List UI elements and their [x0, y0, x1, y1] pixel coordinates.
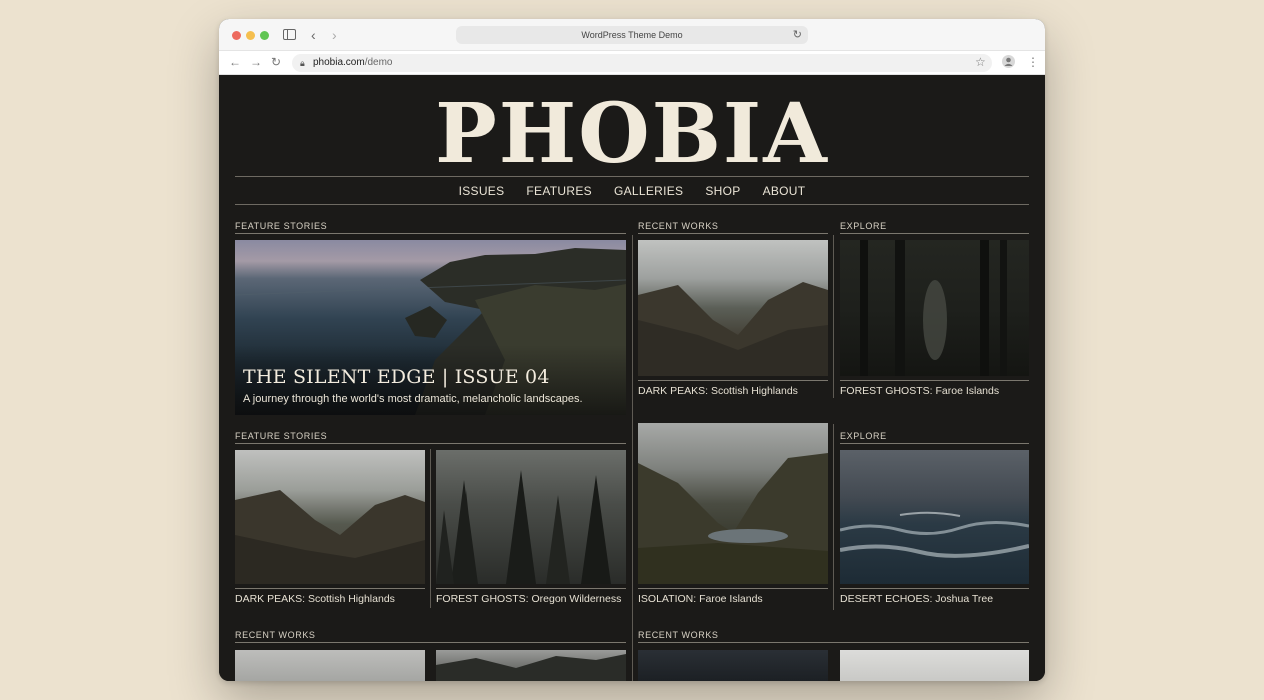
header-bottom-rule	[235, 204, 1029, 205]
card-image[interactable]	[235, 650, 425, 681]
section-label-explore: EXPLORE	[840, 220, 1029, 234]
url-host: phobia.com	[313, 57, 365, 68]
toolbar: ← → ↻ 🔒︎ phobia.com/demo ☆ ⋮	[219, 51, 1045, 75]
hero-subtitle: A journey through the world's most drama…	[243, 393, 583, 405]
card-caption[interactable]: DARK PEAKS: Scottish Highlands	[235, 588, 425, 606]
close-window-button[interactable]	[232, 31, 241, 40]
card-caption[interactable]: DESERT ECHOES: Joshua Tree	[840, 588, 1029, 606]
back-icon[interactable]: ‹	[311, 27, 316, 43]
card-image[interactable]	[436, 450, 626, 584]
card-image[interactable]	[840, 650, 1029, 681]
card-image[interactable]	[436, 650, 626, 681]
pine-trees-graphic	[436, 470, 611, 584]
section-label-explore: EXPLORE	[840, 430, 1029, 444]
refresh-icon[interactable]: ↻	[271, 55, 281, 69]
column-divider-1	[632, 235, 633, 681]
hero-title[interactable]: THE SILENT EDGE | ISSUE 04	[243, 366, 550, 388]
section-label-recent-works: RECENT WORKS	[638, 629, 1029, 643]
forward-icon[interactable]: ›	[332, 27, 337, 43]
column-divider-2	[833, 235, 834, 398]
card-image[interactable]	[638, 423, 828, 584]
header-top-rule	[235, 176, 1029, 177]
browser-window: ‹ › WordPress Theme Demo ↻ ← → ↻ 🔒︎ phob…	[219, 19, 1045, 681]
card-caption[interactable]: FOREST GHOSTS: Faroe Islands	[840, 380, 1029, 398]
site-logo[interactable]: PHOBIA	[219, 93, 1045, 175]
section-label-feature-stories: FEATURE STORIES	[235, 430, 626, 444]
card-image[interactable]	[840, 450, 1029, 584]
card-image[interactable]	[638, 240, 828, 376]
column-divider-4	[833, 424, 834, 610]
card-caption[interactable]: ISOLATION: Faroe Islands	[638, 588, 828, 606]
lake-valley-graphic	[638, 453, 828, 584]
nav-issues[interactable]: ISSUES	[459, 178, 505, 204]
maximize-window-button[interactable]	[260, 31, 269, 40]
sidebar-toggle-icon[interactable]	[283, 27, 296, 43]
reload-icon[interactable]: ↻	[793, 26, 802, 44]
column-divider-3	[430, 449, 431, 608]
forest-graphic	[860, 240, 1007, 376]
tab-title: WordPress Theme Demo	[581, 30, 683, 40]
card-caption[interactable]: FOREST GHOSTS: Oregon Wilderness	[436, 588, 626, 606]
bookmark-star-icon[interactable]: ☆	[975, 55, 986, 69]
site-page: PHOBIA ISSUES FEATURES GALLERIES SHOP AB…	[219, 75, 1045, 681]
url-path: /demo	[364, 57, 393, 68]
main-nav: ISSUES FEATURES GALLERIES SHOP ABOUT	[235, 178, 1029, 204]
menu-kebab-icon[interactable]: ⋮	[1027, 55, 1039, 69]
mountain-valley-graphic	[638, 282, 828, 376]
lock-icon: 🔒︎	[300, 58, 305, 68]
card-image[interactable]	[840, 240, 1029, 376]
card-image[interactable]	[638, 650, 828, 681]
nav-shop[interactable]: SHOP	[705, 178, 740, 204]
mountain-valley-graphic	[235, 490, 425, 584]
hero-image[interactable]: THE SILENT EDGE | ISSUE 04 A journey thr…	[235, 240, 626, 415]
hills-graphic	[436, 654, 626, 681]
stormy-sea-graphic	[840, 511, 1029, 558]
section-label-recent-works: RECENT WORKS	[235, 629, 626, 643]
minimize-window-button[interactable]	[246, 31, 255, 40]
nav-galleries[interactable]: GALLERIES	[614, 178, 683, 204]
forward-arrow-icon[interactable]: →	[250, 55, 262, 69]
nav-about[interactable]: ABOUT	[763, 178, 806, 204]
card-caption[interactable]: DARK PEAKS: Scottish Highlands	[638, 380, 828, 398]
section-label-feature-stories: FEATURE STORIES	[235, 220, 626, 234]
nav-features[interactable]: FEATURES	[526, 178, 592, 204]
card-image[interactable]	[235, 450, 425, 584]
section-label-recent-works: RECENT WORKS	[638, 220, 828, 234]
title-bar: ‹ › WordPress Theme Demo ↻	[219, 19, 1045, 51]
address-tab[interactable]: WordPress Theme Demo ↻	[456, 26, 808, 44]
profile-avatar-icon[interactable]	[1002, 55, 1015, 71]
back-arrow-icon[interactable]: ←	[229, 55, 241, 69]
url-field[interactable]: 🔒︎ phobia.com/demo	[292, 54, 992, 72]
